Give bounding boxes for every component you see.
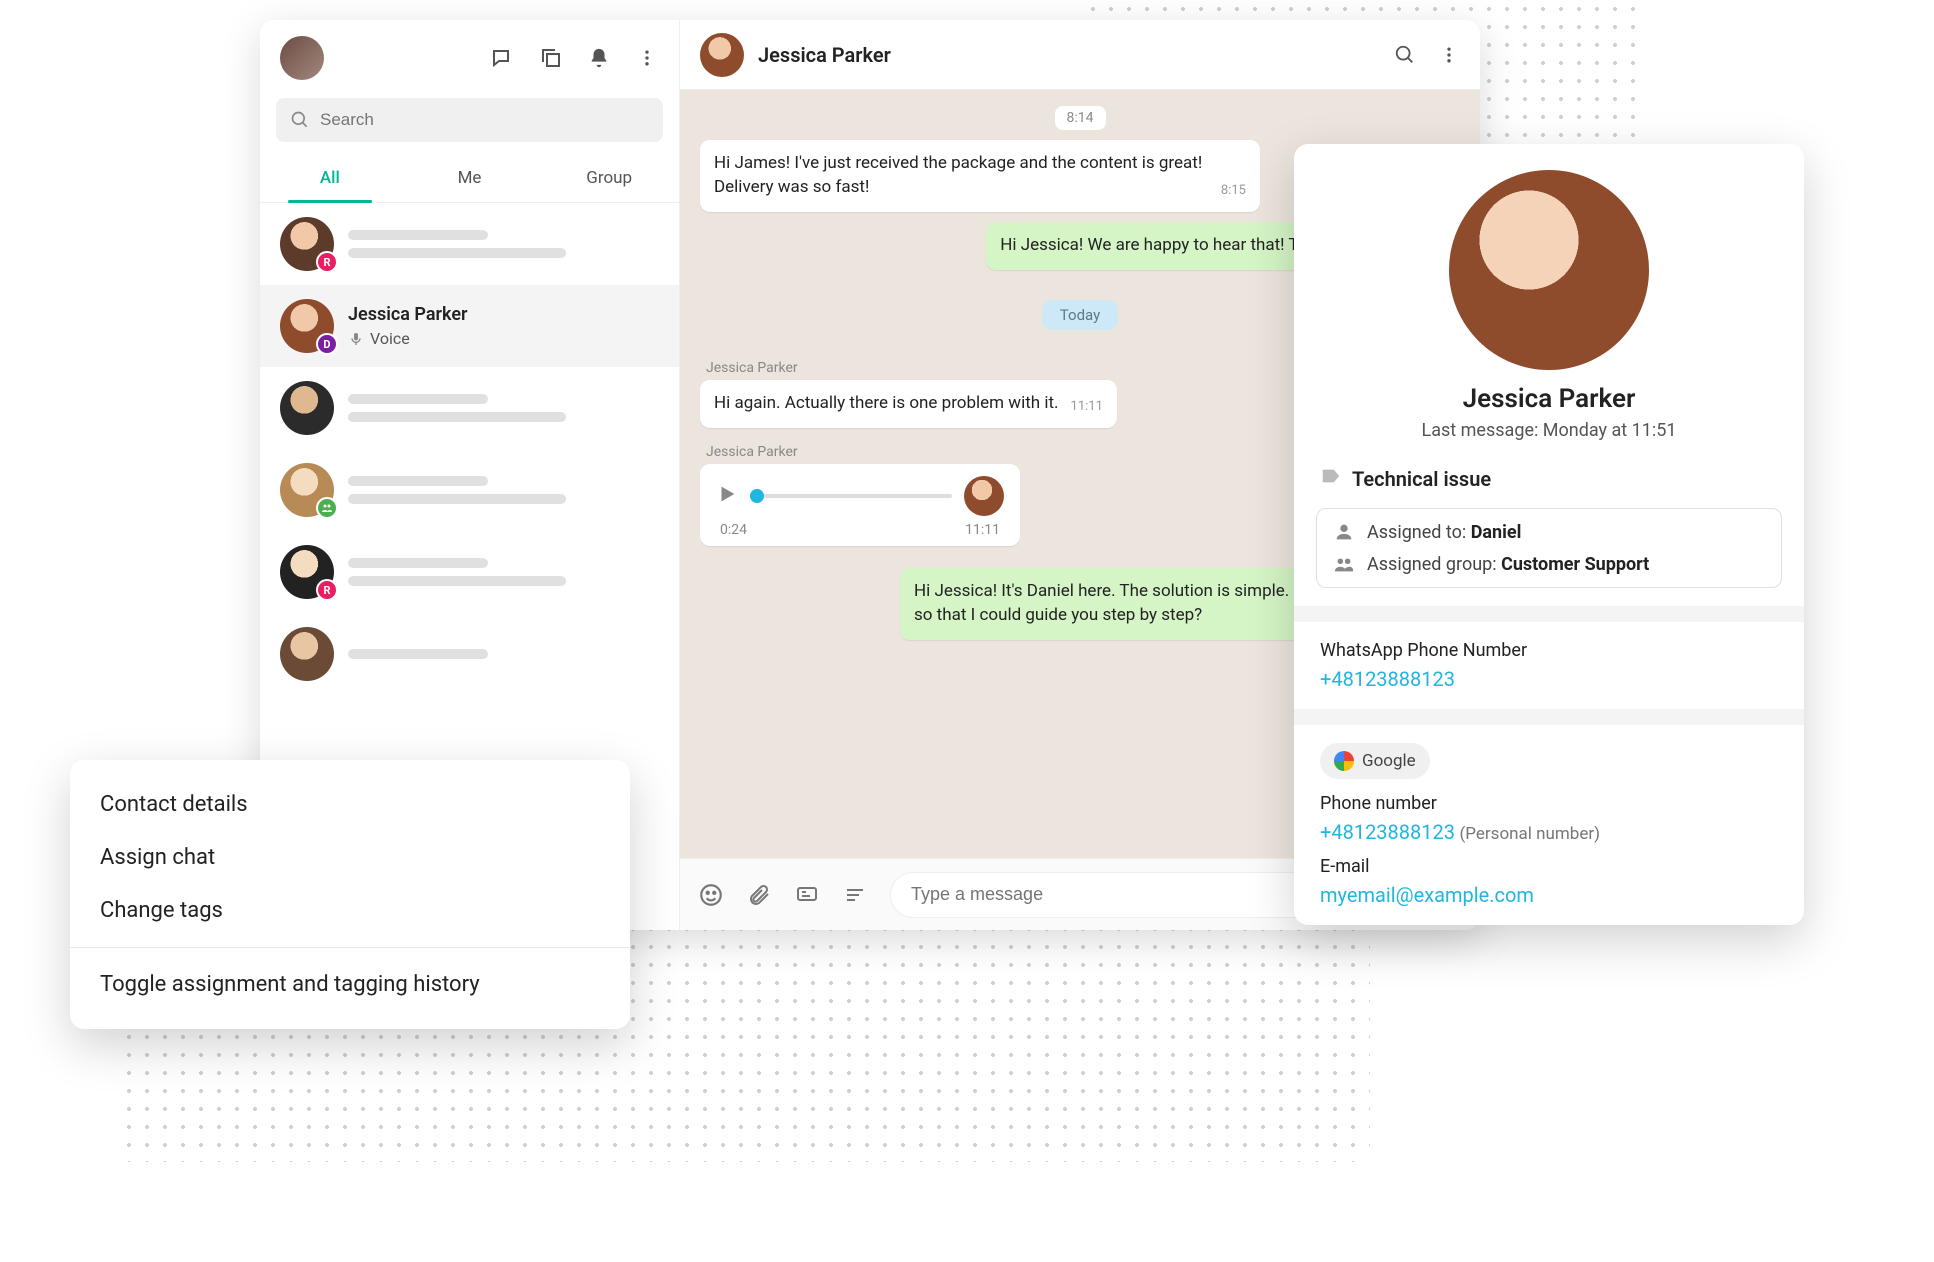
google-logo-icon [1334,751,1354,771]
contact-avatar[interactable] [700,33,744,77]
copy-icon[interactable] [539,46,563,70]
assigned-group-row: Assigned group: Customer Support [1333,553,1765,575]
search-icon[interactable] [1394,44,1416,66]
assignment-box: Assigned to: Daniel Assigned group: Cust… [1316,508,1782,588]
whatsapp-phone-link[interactable]: +48123888123 [1320,667,1455,691]
search-icon [290,110,310,130]
menu-assign-chat[interactable]: Assign chat [70,831,630,884]
new-chat-icon[interactable] [491,46,515,70]
play-icon[interactable] [716,483,738,509]
chat-row[interactable] [260,613,679,695]
message-incoming: Hi again. Actually there is one problem … [700,380,1117,428]
menu-change-tags[interactable]: Change tags [70,884,630,937]
email-label: E-mail [1320,856,1778,877]
phone-link[interactable]: +48123888123 [1320,820,1455,844]
emoji-icon[interactable] [698,882,724,908]
menu-divider [70,947,630,948]
voice-duration: 0:24 [720,522,747,538]
phone-note: (Personal number) [1459,824,1600,844]
contact-large-avatar [1449,170,1649,370]
group-icon [1333,553,1355,575]
chat-group-badge [316,497,338,519]
chat-row[interactable] [260,449,679,531]
date-separator: Today [1042,300,1118,330]
chat-preview: Voice [348,329,468,348]
voice-sender-avatar [964,476,1004,516]
email-link[interactable]: myemail@example.com [1320,883,1534,907]
message-time: 8:15 [1221,182,1246,200]
sidebar-tabs: All Me Group [260,154,679,203]
chat-name: Jessica Parker [348,304,468,325]
message-time: 11:11 [1071,398,1103,416]
attachment-icon[interactable] [746,882,772,908]
voice-progress[interactable] [750,494,952,498]
contact-tag: Technical issue [1352,467,1491,491]
conversation-title: Jessica Parker [758,43,1380,67]
tab-all[interactable]: All [260,154,400,202]
source-google-chip: Google [1320,743,1430,779]
phone-label: Phone number [1320,793,1778,814]
google-section: Google Phone number +48123888123 (Person… [1294,725,1804,925]
voice-message[interactable]: 0:24 11:11 [700,464,1020,546]
menu-toggle-history[interactable]: Toggle assignment and tagging history [70,958,630,1011]
template-message-icon[interactable] [794,882,820,908]
current-user-avatar[interactable] [280,36,324,80]
mic-icon [348,331,364,347]
note-icon[interactable] [842,882,868,908]
contact-name: Jessica Parker [1320,384,1778,414]
menu-contact-details[interactable]: Contact details [70,778,630,831]
tab-group[interactable]: Group [539,154,679,202]
chat-row[interactable]: D Jessica Parker Voice [260,285,679,367]
search-input[interactable] [320,110,649,130]
chat-assignee-badge: D [316,333,338,355]
tab-me[interactable]: Me [400,154,540,202]
chat-assignee-badge: R [316,579,338,601]
chat-row[interactable] [260,367,679,449]
chat-row[interactable]: R [260,203,679,285]
whatsapp-section: WhatsApp Phone Number +48123888123 [1294,622,1804,709]
whatsapp-phone-label: WhatsApp Phone Number [1320,640,1778,661]
conversation-header: Jessica Parker [680,20,1480,90]
search-input-wrap[interactable] [276,98,663,142]
contact-last-message: Last message: Monday at 11:51 [1320,420,1778,441]
chat-row[interactable]: R [260,531,679,613]
chat-assignee-badge: R [316,251,338,273]
contact-details-card: Jessica Parker Last message: Monday at 1… [1294,144,1804,925]
sidebar-header [260,20,679,90]
bell-icon[interactable] [587,46,611,70]
more-icon[interactable] [1438,44,1460,66]
chat-avatar [280,381,334,435]
tag-icon [1320,465,1342,492]
message-incoming: Hi James! I've just received the package… [700,140,1260,212]
person-icon [1333,521,1355,543]
assigned-to-row: Assigned to: Daniel [1333,521,1765,543]
message-timestamp: 8:14 [1055,106,1106,130]
more-icon[interactable] [635,46,659,70]
chat-avatar [280,627,334,681]
context-menu: Contact details Assign chat Change tags … [70,760,630,1029]
voice-time: 11:11 [965,522,1000,538]
